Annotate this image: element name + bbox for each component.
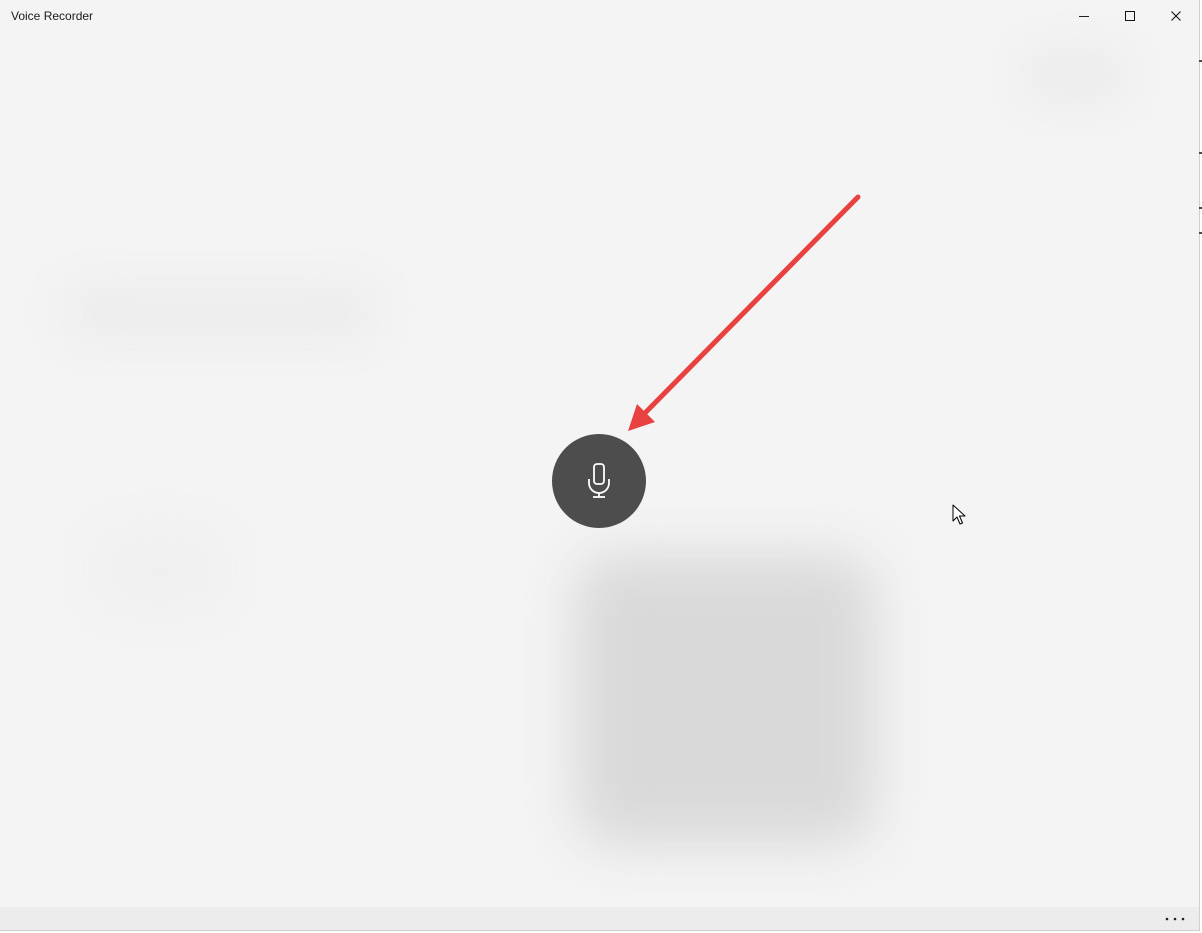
maximize-icon <box>1125 10 1135 21</box>
close-icon <box>1171 10 1181 21</box>
background-blur-shape <box>95 530 225 610</box>
background-blur-shape <box>1020 45 1130 105</box>
background-blur-shape <box>575 555 875 845</box>
minimize-button[interactable] <box>1061 0 1107 31</box>
window-title: Voice Recorder <box>11 9 94 23</box>
voice-recorder-window: Voice Recorder <box>0 0 1200 931</box>
minimize-icon <box>1079 15 1089 17</box>
microphone-icon <box>588 463 610 498</box>
record-button[interactable] <box>552 434 646 528</box>
more-dots-icon <box>1165 917 1185 920</box>
close-button[interactable] <box>1153 0 1199 31</box>
bottom-command-bar: ... <box>0 907 1199 930</box>
mouse-pointer-icon <box>952 504 966 525</box>
background-blur-shape <box>60 285 380 340</box>
title-bar[interactable]: Voice Recorder <box>0 0 1199 32</box>
more-options-button[interactable]: ... <box>1157 907 1193 930</box>
maximize-button[interactable] <box>1107 0 1153 31</box>
